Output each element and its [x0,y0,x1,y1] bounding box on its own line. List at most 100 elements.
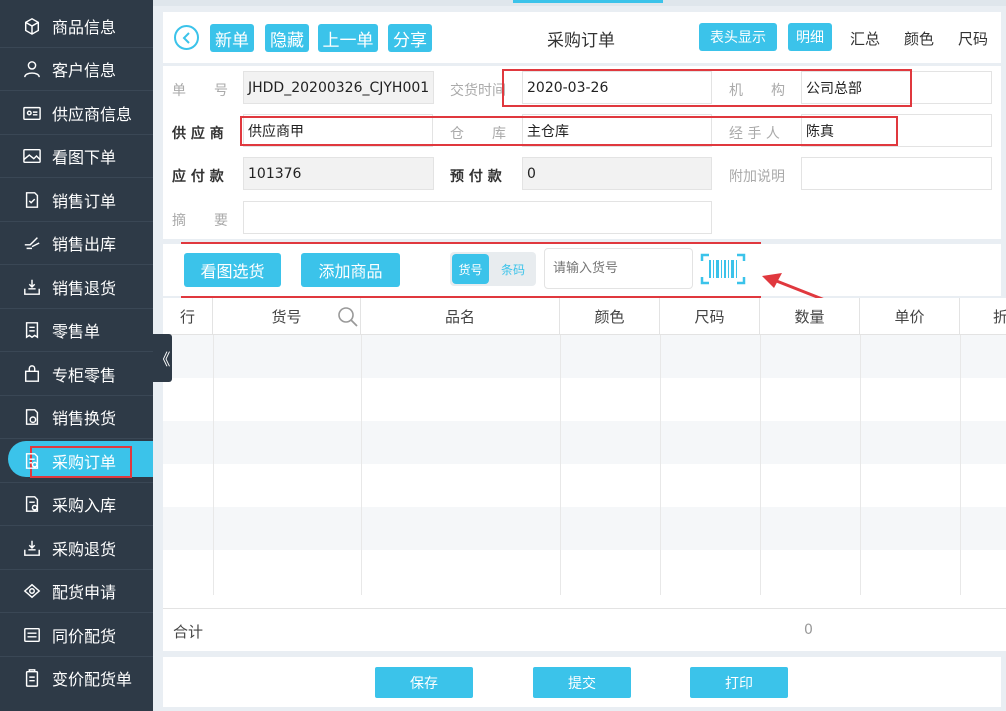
sidebar-item-7[interactable]: 零售单 [0,309,153,352]
sidebar-divider [0,177,153,178]
mode-item-no[interactable]: 货号 [452,254,489,284]
sidebar-item-1[interactable]: 客户信息 [0,48,153,91]
table-row [163,335,1006,378]
col-divider [760,335,761,595]
warehouse-field[interactable]: 主仓库 [522,114,712,147]
sidebar-item-4[interactable]: 销售订单 [0,178,153,221]
order-form: 单 号 JHDD_20200326_CJYH001 交货时间 2020-03-2… [163,66,1001,239]
delivery-date-field[interactable]: 2020-03-26 [522,71,712,104]
total-label: 合计 [173,623,204,641]
prev-order-button[interactable]: 上一单 [318,24,378,52]
table-header: 行 货号 品名 颜色 尺码 数量 单价 折 [163,298,1006,335]
mode-barcode[interactable]: 条码 [494,254,532,284]
sidebar-divider [0,568,153,570]
col-discount: 折 [993,308,1006,326]
col-divider [213,335,214,595]
sidebar-item-label: 销售退货 [52,278,117,298]
header-display-button[interactable]: 表头显示 [699,23,777,51]
sidebar-item-3[interactable]: 看图下单 [0,135,153,178]
sidebar-item-9[interactable]: 销售换货 [0,396,153,439]
sidebar-item-5[interactable]: 销售出库 [0,222,153,265]
sidebar-item-14[interactable]: 同价配货 [0,613,153,656]
sidebar-item-label: 采购订单 [52,452,117,472]
apply-icon [22,581,42,601]
sidebar-item-2[interactable]: 供应商信息 [0,91,153,134]
sidebar-divider [0,438,153,439]
receipt-icon [22,320,42,340]
sidebar-divider [0,481,153,483]
barcode-scan-icon[interactable] [700,253,746,285]
sidebar-item-label: 专柜零售 [52,365,117,385]
add-goods-button[interactable]: 添加商品 [301,253,400,287]
same-price-icon [22,625,42,645]
col-divider [860,335,861,595]
goods-toolbar: 看图选货 添加商品 货号 条码 [163,244,1001,296]
tab-size[interactable]: 尺码 [958,28,988,49]
table-row [163,378,1006,421]
save-button[interactable]: 保存 [375,667,473,698]
sidebar-divider [0,133,153,135]
sidebar-item-12[interactable]: 采购退货 [0,526,153,569]
col-divider [361,335,362,595]
sidebar-divider [0,351,153,352]
sidebar-divider [0,525,153,526]
sidebar-divider [0,90,153,91]
sidebar: 商品信息客户信息供应商信息 看图下单销售订单销售出库销售退货零售单专柜零售销售换货… [0,0,153,711]
tray-return-icon [22,277,42,297]
sidebar-item-0[interactable]: 商品信息 [0,4,153,47]
bag-icon [22,364,42,384]
sidebar-item-11[interactable]: 采购入库 [0,483,153,526]
hide-button[interactable]: 隐藏 [265,24,309,52]
table-row [163,550,1006,593]
sidebar-item-8[interactable]: 专柜零售 [0,352,153,395]
page-title: 采购订单 [547,31,615,51]
sidebar-item-label: 零售单 [52,322,101,341]
sidebar-item-label: 采购退货 [52,539,117,559]
col-divider [960,335,961,595]
share-button[interactable]: 分享 [388,24,432,52]
sidebar-item-label: 销售订单 [52,191,117,211]
submit-button[interactable]: 提交 [533,667,631,698]
sidebar-item-6[interactable]: 销售退货 [0,265,153,308]
sidebar-item-label: 客户信息 [52,61,117,80]
sidebar-divider [0,220,153,222]
goods-table: 行 货号 品名 颜色 尺码 数量 单价 折 合计 0 [163,298,1006,651]
sidebar-divider [0,394,153,396]
search-icon[interactable] [336,305,360,329]
table-row [163,421,1006,464]
print-button[interactable]: 打印 [690,667,788,698]
header-bar: 新单 隐藏 上一单 分享 采购订单 表头显示 明细 汇总 颜色 尺码 [163,12,1001,63]
col-size: 尺码 [660,298,760,335]
purchase-order-icon [22,451,42,471]
view-select-goods-button[interactable]: 看图选货 [184,253,281,287]
warehouse-label: 仓 库 [450,126,506,142]
col-color: 颜色 [560,298,660,335]
col-item-no: 货号 [213,298,361,335]
back-button[interactable] [174,25,199,50]
payable-label: 应 付 款 [172,169,224,185]
summary-field[interactable] [243,201,712,234]
table-row [163,507,1006,550]
purchase-in-icon [22,494,42,514]
new-order-button[interactable]: 新单 [210,24,254,52]
payable-field: 101376 [243,157,434,190]
tab-summary[interactable]: 汇总 [850,28,880,49]
col-unit-price: 单价 [860,298,960,335]
sidebar-divider [0,307,153,309]
note-field[interactable] [801,157,992,190]
item-no-search-input[interactable] [544,248,693,289]
sidebar-collapse-button[interactable]: 《 [153,334,172,382]
sidebar-item-label: 变价配货单 [52,670,133,689]
handler-field[interactable]: 陈真 [801,114,992,147]
supplier-field[interactable]: 供应商甲 [243,114,433,147]
sidebar-item-15[interactable]: 变价配货单 [0,657,153,700]
col-divider [660,335,661,595]
tab-detail[interactable]: 明细 [788,23,832,51]
sidebar-divider [0,655,153,657]
tab-color[interactable]: 颜色 [904,28,934,49]
chevron-left-icon [182,31,190,44]
sidebar-item-13[interactable]: 配货申请 [0,570,153,613]
sidebar-item-10[interactable]: 采购订单 [0,439,153,482]
org-field[interactable]: 公司总部 [801,71,992,104]
note-label: 附加说明 [729,169,785,185]
